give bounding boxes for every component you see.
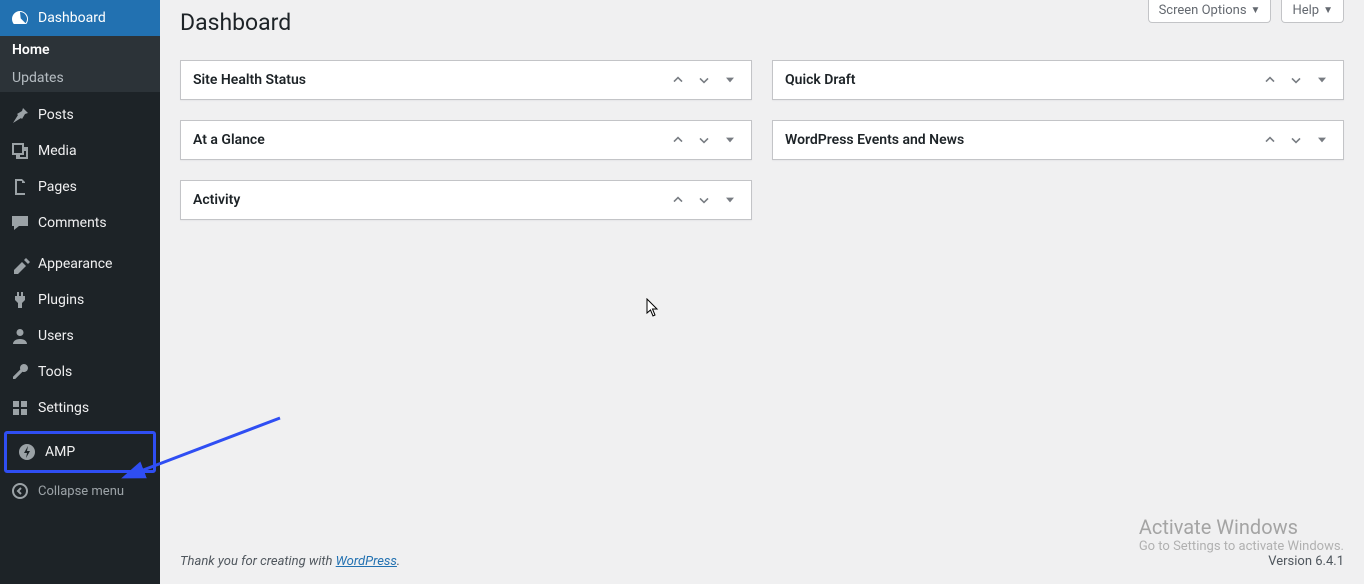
sidebar-item-plugins[interactable]: Plugins bbox=[0, 282, 160, 318]
widget-move-down[interactable] bbox=[695, 71, 713, 89]
collapse-icon bbox=[10, 481, 30, 501]
widgets-column-1: Site Health Status At a Glance bbox=[180, 60, 752, 220]
widget-activity: Activity bbox=[180, 180, 752, 220]
widget-move-down[interactable] bbox=[695, 131, 713, 149]
collapse-label: Collapse menu bbox=[38, 484, 124, 499]
sidebar-item-label: Plugins bbox=[38, 292, 84, 308]
sidebar-item-media[interactable]: Media bbox=[0, 133, 160, 169]
dashboard-widgets: Site Health Status At a Glance bbox=[180, 60, 1344, 220]
widget-move-down[interactable] bbox=[1287, 131, 1305, 149]
sidebar-item-label: Comments bbox=[38, 215, 107, 231]
collapse-menu-button[interactable]: Collapse menu bbox=[0, 473, 160, 509]
widget-toggle[interactable] bbox=[721, 131, 739, 149]
appearance-icon bbox=[10, 254, 30, 274]
widget-move-down[interactable] bbox=[695, 191, 713, 209]
sidebar-item-label: Tools bbox=[38, 364, 72, 380]
sidebar-item-label: Dashboard bbox=[38, 10, 106, 26]
footer-version: Version 6.4.1 bbox=[1268, 554, 1344, 569]
wordpress-link[interactable]: WordPress bbox=[336, 554, 397, 569]
help-button[interactable]: Help ▼ bbox=[1281, 0, 1344, 23]
widget-title: Quick Draft bbox=[785, 72, 855, 88]
widgets-column-2: Quick Draft WordPress Events and News bbox=[772, 60, 1344, 160]
dashboard-icon bbox=[10, 8, 30, 28]
sidebar-item-pages[interactable]: Pages bbox=[0, 169, 160, 205]
sidebar-item-label: Users bbox=[38, 328, 74, 344]
widget-at-a-glance: At a Glance bbox=[180, 120, 752, 160]
media-icon bbox=[10, 141, 30, 161]
widget-quick-draft: Quick Draft bbox=[772, 60, 1344, 100]
settings-icon bbox=[10, 398, 30, 418]
pages-icon bbox=[10, 177, 30, 197]
sidebar-item-label: Posts bbox=[38, 107, 74, 123]
widget-events-news: WordPress Events and News bbox=[772, 120, 1344, 160]
sidebar-item-settings[interactable]: Settings bbox=[0, 390, 160, 426]
widget-move-down[interactable] bbox=[1287, 71, 1305, 89]
widget-move-up[interactable] bbox=[669, 191, 687, 209]
footer-thanks: Thank you for creating with WordPress. bbox=[180, 554, 400, 569]
watermark-line-1: Activate Windows bbox=[1139, 515, 1344, 539]
widget-site-health: Site Health Status bbox=[180, 60, 752, 100]
pin-icon bbox=[10, 105, 30, 125]
widget-title: Site Health Status bbox=[193, 72, 306, 88]
screen-meta-links: Screen Options ▼ Help ▼ bbox=[1148, 0, 1344, 23]
sidebar-item-appearance[interactable]: Appearance bbox=[0, 246, 160, 282]
widget-toggle[interactable] bbox=[721, 71, 739, 89]
triangle-down-icon: ▼ bbox=[1251, 5, 1261, 16]
admin-sidebar: Dashboard Home Updates Posts Media Pages… bbox=[0, 0, 160, 584]
widget-move-up[interactable] bbox=[1261, 131, 1279, 149]
sidebar-item-users[interactable]: Users bbox=[0, 318, 160, 354]
submenu-item-updates[interactable]: Updates bbox=[0, 64, 160, 92]
widget-move-up[interactable] bbox=[669, 71, 687, 89]
plugins-icon bbox=[10, 290, 30, 310]
sidebar-item-amp-highlight: AMP bbox=[4, 431, 156, 473]
sidebar-submenu: Home Updates bbox=[0, 36, 160, 92]
widget-toggle[interactable] bbox=[721, 191, 739, 209]
widget-move-up[interactable] bbox=[669, 131, 687, 149]
help-label: Help bbox=[1292, 3, 1319, 18]
triangle-down-icon: ▼ bbox=[1323, 5, 1333, 16]
sidebar-item-label: Media bbox=[38, 143, 77, 159]
sidebar-item-comments[interactable]: Comments bbox=[0, 205, 160, 241]
users-icon bbox=[10, 326, 30, 346]
sidebar-item-posts[interactable]: Posts bbox=[0, 97, 160, 133]
widget-move-up[interactable] bbox=[1261, 71, 1279, 89]
widget-title: WordPress Events and News bbox=[785, 132, 964, 148]
main-content: Screen Options ▼ Help ▼ Dashboard Site H… bbox=[160, 0, 1364, 584]
sidebar-item-label: AMP bbox=[45, 444, 75, 460]
comments-icon bbox=[10, 213, 30, 233]
widget-toggle[interactable] bbox=[1313, 131, 1331, 149]
sidebar-item-label: Appearance bbox=[38, 256, 112, 272]
admin-footer: Thank you for creating with WordPress. V… bbox=[180, 539, 1344, 584]
sidebar-item-amp[interactable]: AMP bbox=[7, 434, 153, 470]
sidebar-item-label: Settings bbox=[38, 400, 89, 416]
widget-toggle[interactable] bbox=[1313, 71, 1331, 89]
screen-options-label: Screen Options bbox=[1159, 3, 1247, 18]
tools-icon bbox=[10, 362, 30, 382]
widget-title: Activity bbox=[193, 192, 240, 208]
widget-title: At a Glance bbox=[193, 132, 265, 148]
amp-icon bbox=[17, 442, 37, 462]
sidebar-item-dashboard[interactable]: Dashboard bbox=[0, 0, 160, 36]
sidebar-item-tools[interactable]: Tools bbox=[0, 354, 160, 390]
screen-options-button[interactable]: Screen Options ▼ bbox=[1148, 0, 1272, 23]
submenu-item-home[interactable]: Home bbox=[0, 36, 160, 64]
sidebar-item-label: Pages bbox=[38, 179, 77, 195]
